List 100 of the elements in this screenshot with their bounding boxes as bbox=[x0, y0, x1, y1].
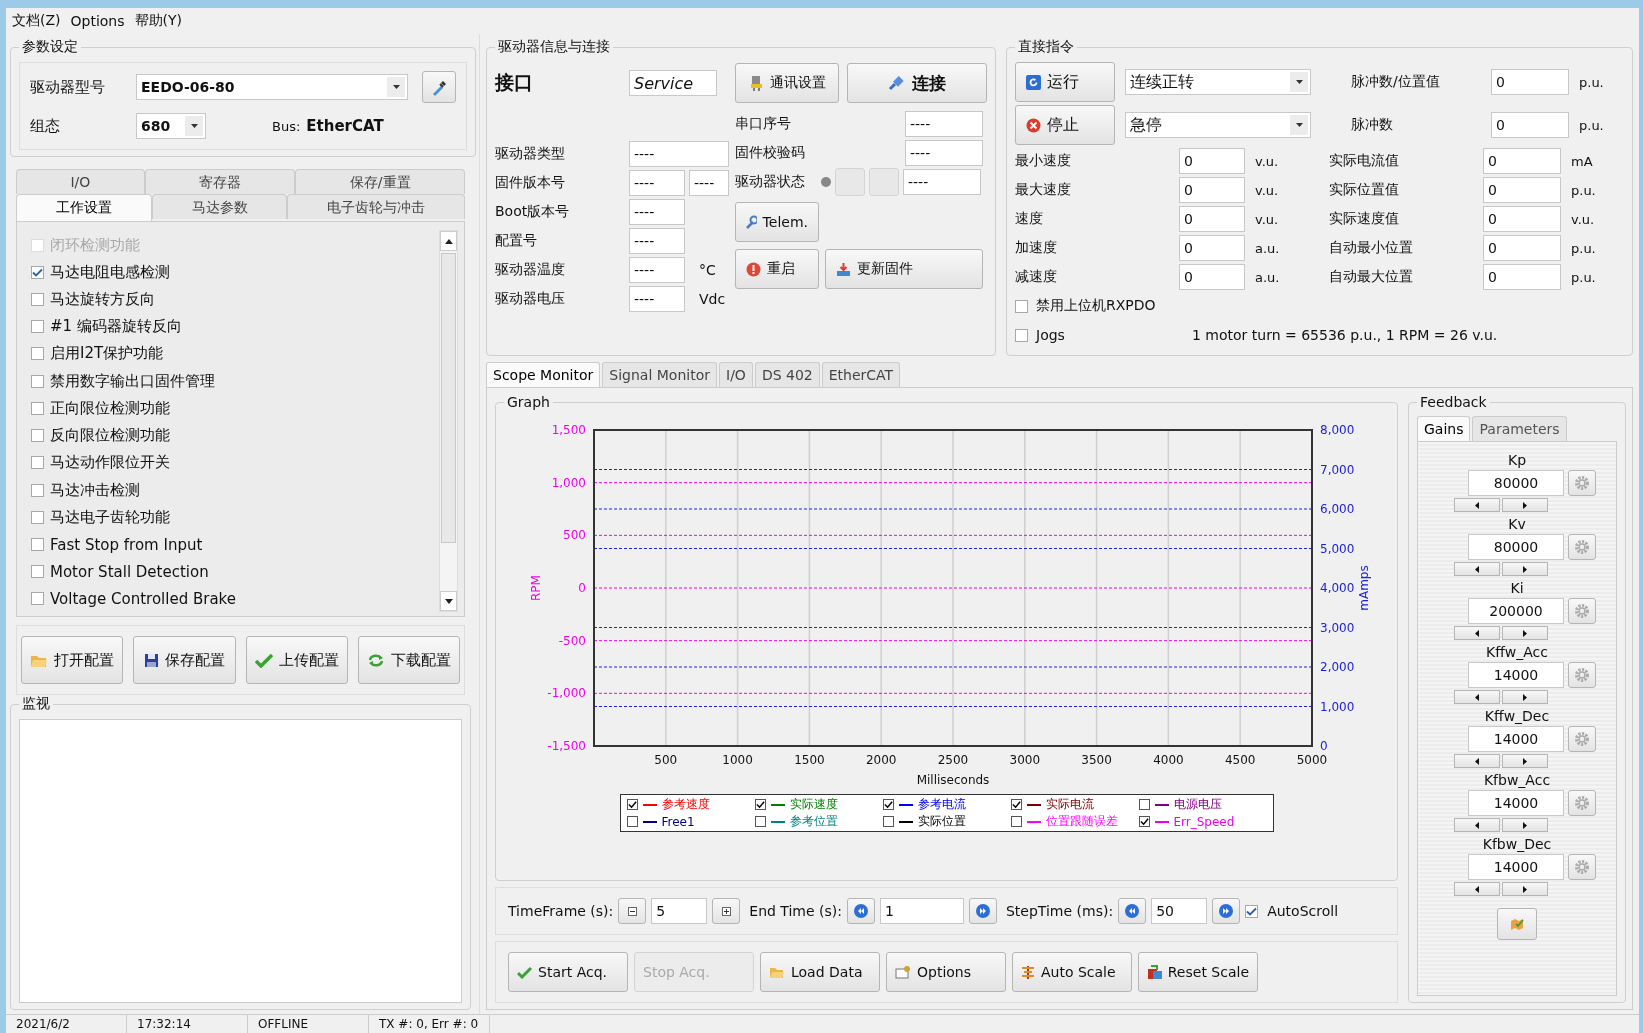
checkbox[interactable] bbox=[1138, 816, 1150, 827]
text-field[interactable]: 0 bbox=[1483, 206, 1561, 232]
increase-button[interactable] bbox=[1502, 882, 1548, 896]
checkbox[interactable] bbox=[1010, 816, 1022, 827]
decrease-button[interactable] bbox=[1454, 562, 1500, 576]
toolbar-button[interactable]: Load Data bbox=[760, 952, 880, 992]
checkbox[interactable] bbox=[1015, 299, 1028, 313]
config-dropdown[interactable]: 680 bbox=[136, 113, 206, 139]
checkbox[interactable] bbox=[754, 799, 766, 810]
gain-field[interactable]: 14000 bbox=[1468, 726, 1564, 752]
tab[interactable]: EtherCAT bbox=[821, 362, 901, 387]
tab[interactable]: Signal Monitor bbox=[602, 362, 717, 387]
checkbox[interactable] bbox=[31, 401, 44, 415]
decrease-button[interactable] bbox=[618, 898, 647, 924]
tab[interactable]: Gains bbox=[1417, 416, 1471, 441]
text-field[interactable]: 0 bbox=[1179, 177, 1245, 203]
checkbox[interactable] bbox=[31, 293, 44, 307]
tab[interactable]: 保存/重置 bbox=[295, 169, 465, 194]
tab[interactable]: DS 402 bbox=[754, 362, 820, 387]
toolbar-button[interactable]: Reset Scale bbox=[1138, 952, 1258, 992]
rewind-button[interactable] bbox=[847, 898, 875, 924]
increase-button[interactable] bbox=[1502, 562, 1548, 576]
text-field[interactable]: ---- bbox=[629, 257, 685, 283]
config-button[interactable]: 上传配置 bbox=[245, 636, 348, 684]
text-field[interactable]: 5 bbox=[651, 898, 708, 924]
forward-button[interactable] bbox=[969, 898, 997, 924]
text-field[interactable]: 0 bbox=[1179, 235, 1245, 261]
decrease-button[interactable] bbox=[1454, 626, 1500, 640]
checkbox[interactable] bbox=[31, 429, 44, 443]
increase-button[interactable] bbox=[1502, 818, 1548, 832]
checkbox[interactable] bbox=[626, 799, 638, 810]
stop-button[interactable]: 停止 bbox=[1015, 105, 1115, 145]
gain-field[interactable]: 14000 bbox=[1468, 662, 1564, 688]
checkbox[interactable] bbox=[31, 320, 44, 334]
gain-field[interactable]: 14000 bbox=[1468, 790, 1564, 816]
checkbox[interactable] bbox=[31, 510, 44, 524]
comm-settings-button[interactable]: 通讯设置 bbox=[735, 63, 839, 103]
tab[interactable]: I/O bbox=[719, 362, 753, 387]
text-field[interactable]: ---- bbox=[905, 111, 983, 137]
rewind-button[interactable] bbox=[1118, 898, 1147, 924]
restart-button[interactable]: 重启 bbox=[735, 249, 819, 289]
menu-item[interactable]: 帮助(Y) bbox=[134, 12, 183, 30]
menu-item[interactable]: 文档(Z) bbox=[12, 12, 61, 30]
forward-button[interactable] bbox=[1212, 898, 1241, 924]
text-field[interactable]: ---- bbox=[903, 169, 981, 195]
toolbar-button[interactable]: Auto Scale bbox=[1012, 952, 1132, 992]
menu-item[interactable]: Options bbox=[70, 13, 125, 29]
telemetry-button[interactable]: Telem. bbox=[735, 202, 819, 242]
decrease-button[interactable] bbox=[1454, 690, 1500, 704]
stop-mode-dropdown[interactable]: 急停 bbox=[1125, 112, 1311, 138]
checkbox[interactable] bbox=[1010, 799, 1022, 810]
update-firmware-button[interactable]: 更新固件 bbox=[825, 249, 983, 289]
picker-button[interactable] bbox=[422, 71, 456, 103]
tab[interactable]: Scope Monitor bbox=[486, 362, 601, 387]
checkbox[interactable] bbox=[1015, 328, 1028, 342]
text-field[interactable]: 1 bbox=[880, 898, 964, 924]
checkbox[interactable] bbox=[31, 456, 44, 470]
text-field[interactable]: ---- bbox=[629, 170, 685, 196]
text-field[interactable]: 0 bbox=[1179, 148, 1245, 174]
config-button[interactable]: 保存配置 bbox=[133, 636, 236, 684]
toolbar-button[interactable]: Options bbox=[886, 952, 1006, 992]
scrollbar-thumb[interactable] bbox=[441, 253, 456, 543]
decrease-button[interactable] bbox=[1454, 882, 1500, 896]
config-button[interactable]: 下载配置 bbox=[357, 636, 460, 684]
text-field[interactable]: 0 bbox=[1483, 235, 1561, 261]
gain-field[interactable]: 14000 bbox=[1468, 854, 1564, 880]
text-field[interactable]: ---- bbox=[629, 199, 685, 225]
scrollbar[interactable] bbox=[439, 230, 458, 612]
checkbox[interactable] bbox=[754, 816, 766, 827]
gain-field[interactable]: 80000 bbox=[1468, 534, 1564, 560]
gain-field[interactable]: 200000 bbox=[1468, 598, 1564, 624]
tab[interactable]: Parameters bbox=[1472, 416, 1567, 441]
increase-button[interactable] bbox=[712, 898, 741, 924]
decrease-button[interactable] bbox=[1454, 754, 1500, 768]
text-field[interactable]: 0 bbox=[1179, 206, 1245, 232]
connect-button[interactable]: 连接 bbox=[847, 63, 987, 103]
text-field[interactable]: 0 bbox=[1483, 177, 1561, 203]
checkbox[interactable] bbox=[1245, 904, 1259, 918]
checkbox[interactable] bbox=[882, 799, 894, 810]
text-field[interactable]: 0 bbox=[1491, 112, 1569, 138]
increase-button[interactable] bbox=[1502, 626, 1548, 640]
text-field[interactable]: ---- bbox=[629, 286, 685, 312]
checkbox[interactable] bbox=[31, 265, 44, 279]
text-field[interactable]: 50 bbox=[1151, 898, 1208, 924]
increase-button[interactable] bbox=[1502, 690, 1548, 704]
gain-field[interactable]: 80000 bbox=[1468, 470, 1564, 496]
mode-dropdown[interactable]: 连续正转 bbox=[1125, 69, 1311, 95]
text-field[interactable]: ---- bbox=[629, 141, 729, 167]
tab[interactable]: 工作设置 bbox=[16, 194, 152, 221]
tab[interactable]: 电子齿轮与冲击 bbox=[287, 194, 465, 219]
increase-button[interactable] bbox=[1502, 498, 1548, 512]
decrease-button[interactable] bbox=[1454, 818, 1500, 832]
increase-button[interactable] bbox=[1502, 754, 1548, 768]
text-field[interactable]: ---- bbox=[629, 228, 685, 254]
text-field[interactable]: 0 bbox=[1179, 264, 1245, 290]
checkbox[interactable] bbox=[31, 374, 44, 388]
text-field[interactable]: 0 bbox=[1491, 69, 1569, 95]
tab[interactable]: I/O bbox=[16, 169, 145, 194]
text-field[interactable]: 0 bbox=[1483, 264, 1561, 290]
checkbox[interactable] bbox=[31, 538, 44, 551]
